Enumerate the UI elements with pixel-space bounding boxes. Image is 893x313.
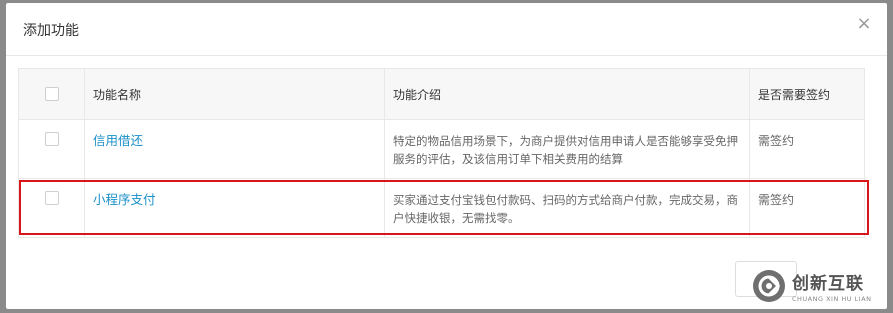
watermark-en: CHUANG XIN HU LIAN	[792, 295, 872, 303]
table-row: 小程序支付 买家通过支付宝钱包付款码、扫码的方式给商户付款，完成交易，商户快捷收…	[18, 178, 865, 238]
feature-description: 特定的物品信用场景下，为商户提供对信用申请人是否能够享受免押服务的评估，及该信用…	[393, 134, 738, 166]
sign-cell: 需签约	[749, 178, 865, 238]
header-feature-description: 功能介绍	[384, 68, 750, 120]
dialog-header: 添加功能 ×	[6, 3, 887, 56]
feature-table: 功能名称 功能介绍 是否需要签约 信用借还 特定的物品信用场景下，为商户提供对信…	[18, 68, 865, 238]
watermark-text: 创新互联 CHUANG XIN HU LIAN	[792, 269, 871, 303]
feature-description-cell: 买家通过支付宝钱包付款码、扫码的方式给商户付款，完成交易，商户快捷收银，无需找零…	[384, 178, 750, 238]
row-checkbox-cell	[18, 119, 85, 179]
brand-logo-icon	[753, 270, 785, 302]
feature-name-link[interactable]: 信用借还	[93, 133, 143, 148]
feature-name-link[interactable]: 小程序支付	[93, 192, 156, 207]
table-header-row: 功能名称 功能介绍 是否需要签约	[18, 68, 865, 120]
close-icon[interactable]: ×	[855, 15, 873, 33]
row-checkbox[interactable]	[44, 132, 59, 146]
feature-description: 买家通过支付宝钱包付款码、扫码的方式给商户付款，完成交易，商户快捷收银，无需找零…	[393, 193, 738, 225]
sign-cell: 需签约	[749, 119, 865, 179]
watermark-logo: 创新互联 CHUANG XIN HU LIAN	[752, 263, 888, 309]
sign-status: 需签约	[758, 193, 795, 207]
header-checkbox-cell	[18, 68, 85, 120]
select-all-checkbox[interactable]	[44, 86, 59, 101]
dialog-title: 添加功能	[23, 23, 79, 39]
watermark-cn: 创新互联	[792, 274, 864, 294]
feature-description-cell: 特定的物品信用场景下，为商户提供对信用申请人是否能够享受免押服务的评估，及该信用…	[384, 119, 750, 179]
row-checkbox[interactable]	[44, 191, 59, 205]
feature-name-cell: 小程序支付	[84, 178, 385, 238]
sign-status: 需签约	[758, 134, 795, 148]
header-feature-name: 功能名称	[84, 68, 385, 120]
feature-name-cell: 信用借还	[84, 119, 385, 179]
row-checkbox-cell	[18, 178, 85, 238]
header-requires-signing: 是否需要签约	[749, 68, 865, 120]
table-row: 信用借还 特定的物品信用场景下，为商户提供对信用申请人是否能够享受免押服务的评估…	[18, 119, 865, 179]
